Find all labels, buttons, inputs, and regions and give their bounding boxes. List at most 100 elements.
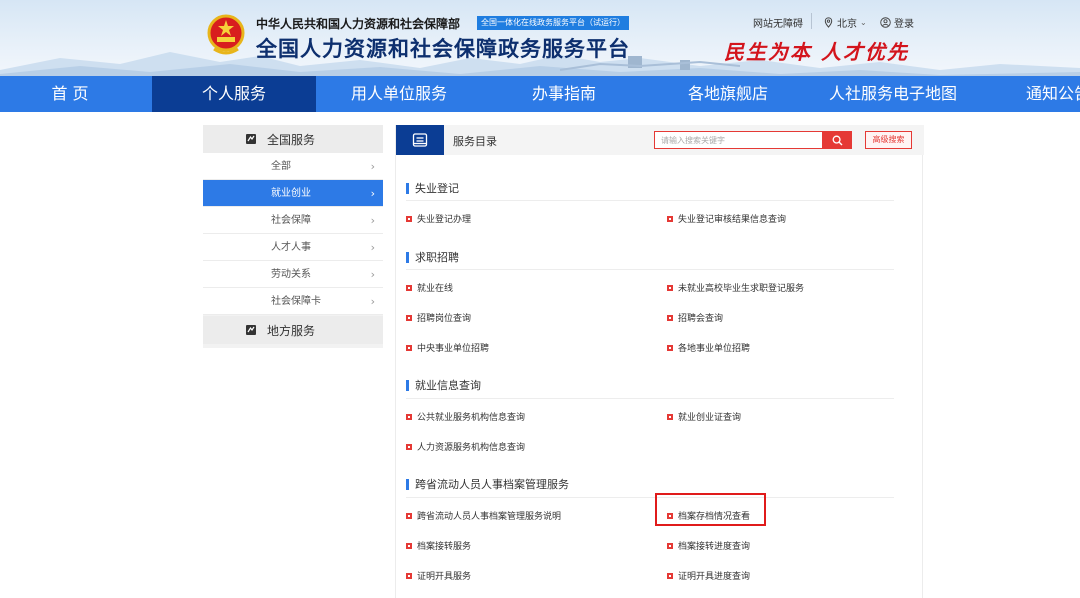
location-pin-icon [824,17,833,28]
main-nav: 首 页 个人服务 用人单位服务 办事指南 各地旗舰店 人社服务电子地图 通知公告 [0,76,1080,112]
chevron-right-icon: › [370,295,375,308]
sidebar-item-labor-relations[interactable]: 劳动关系 › [203,261,383,288]
service-sidebar: 全国服务 全部 › 就业创业 › 社会保障 › 人才人事 › 劳动关系 › 社会… [203,125,383,348]
sidebar-item-talent[interactable]: 人才人事 › [203,234,383,261]
section-divider [406,200,894,201]
bullet-icon [406,413,412,420]
link-label: 中央事业单位招聘 [417,344,490,354]
link-label: 招聘岗位查询 [417,314,472,324]
link-archive-service-description[interactable]: 跨省流动人员人事档案管理服务说明 [406,509,561,522]
section-title-recruitment: 求职招聘 [406,249,459,265]
link-label: 未就业高校毕业生求职登记服务 [678,284,805,294]
section-title-text: 失业登记 [415,182,459,195]
link-archive-transfer-service[interactable]: 档案接转服务 [406,539,471,552]
bullet-icon [406,572,412,579]
search-input[interactable] [654,131,822,149]
nav-item-notices[interactable]: 通知公告 [1010,76,1080,112]
search-icon [832,135,842,145]
catalog-icon [412,133,428,147]
accessibility-label: 网站无障碍 [753,19,803,30]
login-link[interactable]: 登录 [880,15,914,30]
site-header: 中华人民共和国人力资源和社会保障部 全国一体化在线政务服务平台（试运行） 全国人… [0,0,1080,78]
link-employment-online[interactable]: 就业在线 [406,281,453,294]
section-title-archive-management: 跨省流动人员人事档案管理服务 [406,476,569,492]
sidebar-local-header[interactable]: 地方服务 [203,316,383,344]
link-label: 就业在线 [417,284,454,294]
nav-item-employer-services[interactable]: 用人单位服务 [316,76,482,112]
sidebar-item-label: 人才人事 [271,242,311,253]
section-divider [406,497,894,498]
link-central-institution-recruit[interactable]: 中央事业单位招聘 [406,341,489,354]
link-graduate-registration[interactable]: 未就业高校毕业生求职登记服务 [667,281,804,294]
section-title-unemployment: 失业登记 [406,180,459,196]
section-marker [406,182,409,194]
sidebar-item-social-security[interactable]: 社会保障 › [203,207,383,234]
bullet-icon [406,314,412,321]
sidebar-national-header[interactable]: 全国服务 [203,125,383,153]
bullet-icon [667,413,673,420]
section-divider [406,269,894,270]
local-service-icon [246,325,256,335]
section-title-text: 跨省流动人员人事档案管理服务 [415,478,569,491]
catalog-icon-box [396,125,444,155]
search-button[interactable] [822,131,852,149]
section-title-text: 就业信息查询 [415,379,481,392]
nav-item-personal-services[interactable]: 个人服务 [152,76,316,112]
link-label: 跨省流动人员人事档案管理服务说明 [417,512,562,522]
section-title-employment-info: 就业信息查询 [406,377,481,393]
link-job-query[interactable]: 招聘岗位查询 [406,311,471,324]
nav-item-home[interactable]: 首 页 [0,76,140,112]
chevron-right-icon: › [370,160,375,173]
link-label: 失业登记审核结果信息查询 [678,215,787,225]
accessibility-link[interactable]: 网站无障碍 [753,15,803,30]
nav-item-guide[interactable]: 办事指南 [482,76,646,112]
bullet-icon [667,284,673,291]
link-job-fair-query[interactable]: 招聘会查询 [667,311,723,324]
ministry-name: 中华人民共和国人力资源和社会保障部 [256,17,461,31]
link-public-agency-query[interactable]: 公共就业服务机构信息查询 [406,410,525,423]
link-employment-cert-query[interactable]: 就业创业证查询 [667,410,741,423]
slogan: 民生为本 人才优先 [724,40,909,64]
nav-item-service-map[interactable]: 人社服务电子地图 [810,76,976,112]
national-emblem [207,14,245,55]
bullet-icon [406,284,412,291]
link-label: 档案接转进度查询 [678,542,751,552]
sidebar-item-label: 全部 [271,161,291,172]
section-marker [406,251,409,263]
bullet-icon [667,314,673,321]
advanced-search-button[interactable]: 高级搜索 [865,131,912,149]
link-unemployment-result-query[interactable]: 失业登记审核结果信息查询 [667,212,786,225]
national-service-icon [246,134,256,144]
sidebar-item-ss-card[interactable]: 社会保障卡 › [203,288,383,315]
link-hr-agency-query[interactable]: 人力资源服务机构信息查询 [406,440,525,453]
bullet-icon [667,344,673,351]
sidebar-item-label: 劳动关系 [271,269,311,280]
sidebar-local-label: 地方服务 [267,323,316,338]
link-certificate-progress[interactable]: 证明开具进度查询 [667,569,750,582]
section-title-text: 求职招聘 [415,251,459,264]
sidebar-item-all[interactable]: 全部 › [203,153,383,180]
chevron-right-icon: › [370,241,375,254]
link-local-institution-recruit[interactable]: 各地事业单位招聘 [667,341,750,354]
service-catalog-panel: 服务目录 高级搜索 失业登记 失业登记办理 失业登记审核结果信息查询 求职招聘 … [395,125,924,598]
link-archive-transfer-progress[interactable]: 档案接转进度查询 [667,539,750,552]
link-label: 证明开具服务 [417,572,472,582]
link-label: 公共就业服务机构信息查询 [417,413,526,423]
chevron-right-icon: › [370,268,375,281]
panel-header: 服务目录 高级搜索 [396,125,924,155]
bullet-icon [667,542,673,549]
trial-badge: 全国一体化在线政务服务平台（试运行） [477,16,629,30]
link-label: 人力资源服务机构信息查询 [417,443,526,453]
bullet-icon [406,512,412,519]
link-certificate-service[interactable]: 证明开具服务 [406,569,471,582]
link-label: 证明开具进度查询 [678,572,751,582]
link-label: 各地事业单位招聘 [678,344,751,354]
nav-item-regional-stores[interactable]: 各地旗舰店 [646,76,810,112]
chevron-down-icon: ⌄ [860,18,867,27]
login-label: 登录 [894,19,914,30]
sidebar-item-employment[interactable]: 就业创业 › [203,180,383,207]
bullet-icon [406,443,412,450]
link-label: 就业创业证查询 [678,413,742,423]
link-unemployment-registration[interactable]: 失业登记办理 [406,212,471,225]
city-selector[interactable]: 北京 ⌄ [823,15,867,30]
